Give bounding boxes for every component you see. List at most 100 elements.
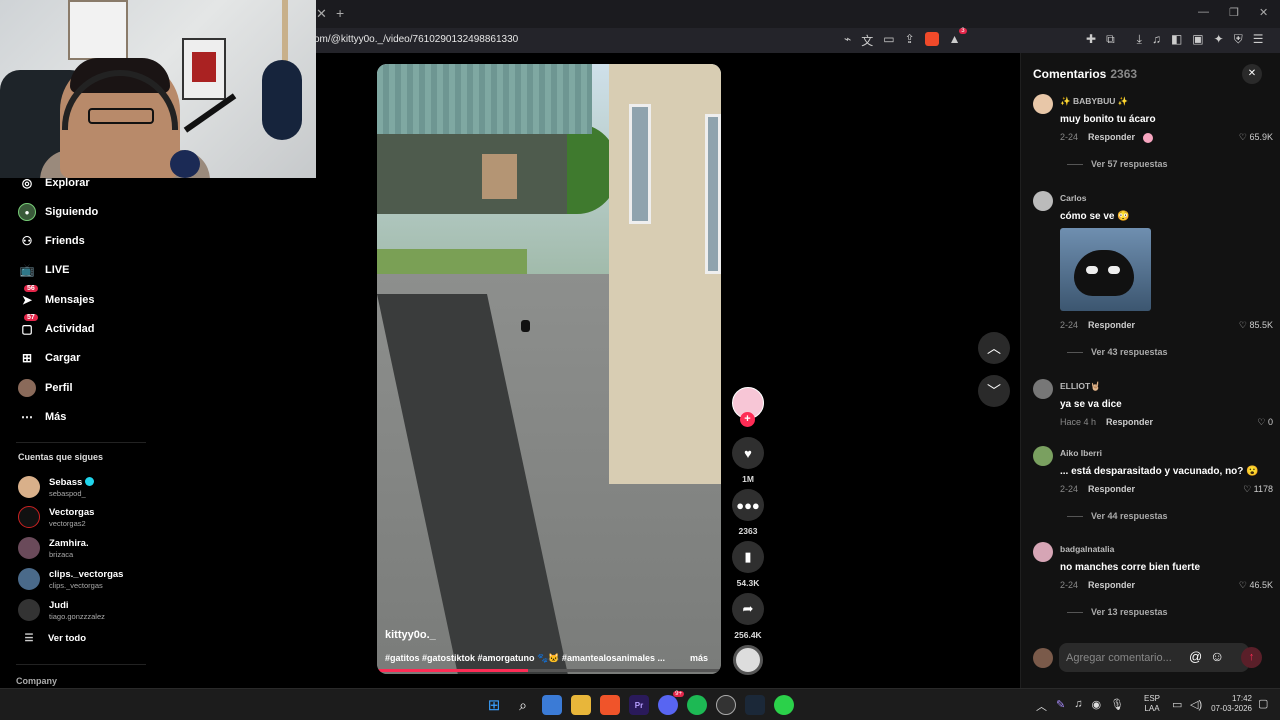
comment-sticker-image[interactable] xyxy=(1060,228,1151,311)
video-caption[interactable]: #gatitos #gatostiktok #amorgatuno 🐾🐱 #am… xyxy=(385,653,685,664)
avatar[interactable] xyxy=(1033,379,1053,399)
company-link[interactable]: Company xyxy=(16,676,57,686)
sidebar-item-friends[interactable]: ⚇ Friends xyxy=(18,230,85,252)
xbox-icon[interactable] xyxy=(774,695,794,715)
followed-account[interactable]: clips._vectorgas clips._vectorgas xyxy=(18,566,123,592)
share-icon[interactable]: ⇪ xyxy=(905,32,915,49)
send-comment-button[interactable]: ↑ xyxy=(1241,647,1262,668)
steam-tray-icon[interactable]: ◉ xyxy=(1091,698,1101,714)
discord-icon[interactable]: 9+ xyxy=(658,691,684,715)
reply-button[interactable]: Responder xyxy=(1088,320,1135,330)
followed-account[interactable]: Judi tiago.gonzzzalez xyxy=(18,597,105,623)
sidebar-item-explorar[interactable]: ◎ Explorar xyxy=(18,172,90,194)
next-video-button[interactable]: ﹀ xyxy=(978,375,1010,407)
language-indicator[interactable]: ESP LAA xyxy=(1144,694,1160,714)
media-icon[interactable]: ♫ xyxy=(1152,32,1161,47)
download-icon[interactable]: ⤓ xyxy=(1137,32,1142,47)
brave-browser-icon[interactable] xyxy=(600,695,620,715)
volume-icon[interactable]: ◁) xyxy=(1190,698,1202,711)
follow-button[interactable]: + xyxy=(740,412,755,427)
comment-user[interactable]: badgalnatalia xyxy=(1060,544,1114,554)
comment-like[interactable]: ♡ 65.9K xyxy=(1239,132,1273,143)
comment-like[interactable]: ♡ 0 xyxy=(1257,417,1273,428)
music-disc[interactable] xyxy=(733,645,763,675)
video-progress-bar[interactable] xyxy=(377,669,721,672)
followed-account[interactable]: Vectorgas vectorgas2 xyxy=(18,504,94,530)
microphone-icon[interactable]: 🎙 xyxy=(1110,698,1124,714)
emoji-icon[interactable]: ☺ xyxy=(1210,648,1224,664)
comment-like[interactable]: ♡ 1178 xyxy=(1243,484,1273,495)
cast-icon[interactable]: ▭ xyxy=(883,32,894,49)
followed-account[interactable]: Sebass sebaspod_ xyxy=(18,474,95,500)
wallet-icon[interactable]: ▣ xyxy=(1192,32,1203,47)
video-author[interactable]: kittyy0o._ xyxy=(385,629,436,641)
comment-button[interactable]: ●●● xyxy=(732,489,764,521)
headset-icon[interactable]: ♫ xyxy=(1074,698,1082,714)
avatar[interactable] xyxy=(1033,446,1053,466)
screenshot-icon[interactable]: ⧉ xyxy=(1106,32,1115,47)
avatar[interactable] xyxy=(1033,191,1053,211)
url-text[interactable]: om/@kittyy0o._/video/7610290132498861330 xyxy=(314,34,518,45)
translate-icon[interactable]: 文 xyxy=(861,32,873,49)
reply-button[interactable]: Responder xyxy=(1088,580,1135,590)
minimize-button[interactable]: — xyxy=(1198,6,1209,18)
avatar[interactable] xyxy=(1033,94,1053,114)
obs-icon[interactable] xyxy=(716,695,736,715)
maximize-button[interactable]: ❐ xyxy=(1229,6,1239,19)
sidebar-item-mensajes[interactable]: ➤ 56 Mensajes xyxy=(18,285,95,311)
sidebar-item-mas[interactable]: ⋯ Más xyxy=(18,406,66,428)
clock[interactable]: 17:42 07-03-2026 xyxy=(1208,694,1252,714)
previous-video-button[interactable]: ︿ xyxy=(978,332,1010,364)
mention-icon[interactable]: @ xyxy=(1189,649,1202,664)
rewards-icon[interactable]: ▲ 3 xyxy=(949,28,967,49)
tray-app-icon[interactable]: ✎ xyxy=(1056,698,1065,714)
reply-button[interactable]: Responder xyxy=(1088,484,1135,494)
comment-user[interactable]: Carlos xyxy=(1060,193,1086,203)
steam-icon[interactable] xyxy=(745,695,765,715)
network-icon[interactable]: ▭ xyxy=(1172,698,1182,711)
tray-chevron-icon[interactable]: ︿ xyxy=(1036,698,1047,714)
view-replies-button[interactable]: Ver 44 respuestas xyxy=(1067,511,1168,521)
sidebar-item-cargar[interactable]: ⊞ Cargar xyxy=(18,347,81,369)
avatar[interactable] xyxy=(1033,542,1053,562)
windows-start-icon[interactable]: ⊞ xyxy=(484,695,504,715)
comment-user[interactable]: Aiko Iberri xyxy=(1060,448,1102,458)
close-tab-icon[interactable]: ✕ xyxy=(316,6,327,22)
new-tab-button[interactable]: + xyxy=(336,5,344,21)
comment-like[interactable]: ♡ 46.5K xyxy=(1239,580,1273,591)
reader-icon[interactable]: ⌁ xyxy=(844,32,851,49)
notifications-icon[interactable]: ▢ xyxy=(1258,697,1268,710)
menu-icon[interactable]: ☰ xyxy=(1253,32,1264,47)
sidebar-item-live[interactable]: 📺 LIVE xyxy=(18,259,70,281)
save-button[interactable]: ▮ xyxy=(732,541,764,573)
see-all-link[interactable]: ☰ Ver todo xyxy=(18,633,87,644)
followed-account[interactable]: Zamhira. brizaca xyxy=(18,535,89,561)
caption-more-button[interactable]: más xyxy=(690,653,708,663)
leo-icon[interactable]: ✦ xyxy=(1214,32,1224,47)
close-window-button[interactable]: ✕ xyxy=(1259,6,1268,19)
close-comments-button[interactable]: ✕ xyxy=(1242,64,1262,84)
search-icon[interactable]: ⌕ xyxy=(513,695,533,715)
premiere-icon[interactable]: Pr xyxy=(629,695,649,715)
comment-user[interactable]: ✨ BABYBUU ✨ xyxy=(1060,96,1128,107)
reply-button[interactable]: Responder xyxy=(1088,132,1135,142)
photos-icon[interactable] xyxy=(542,695,562,715)
sidebar-toggle-icon[interactable]: ◧ xyxy=(1171,32,1182,47)
sidebar-item-perfil[interactable]: Perfil xyxy=(18,377,73,399)
share-button[interactable]: ➦ xyxy=(732,593,764,625)
sidebar-item-siguiendo[interactable]: ● Siguiendo xyxy=(18,201,98,223)
view-replies-button[interactable]: Ver 43 respuestas xyxy=(1067,347,1168,357)
reply-button[interactable]: Responder xyxy=(1106,417,1153,427)
extensions-icon[interactable]: ✚ xyxy=(1086,32,1096,47)
comment-like[interactable]: ♡ 85.5K xyxy=(1239,320,1273,331)
view-replies-button[interactable]: Ver 13 respuestas xyxy=(1067,607,1168,617)
brave-shields-icon[interactable] xyxy=(924,32,939,46)
view-replies-button[interactable]: Ver 57 respuestas xyxy=(1067,159,1168,169)
like-button[interactable]: ♥ xyxy=(732,437,764,469)
file-explorer-icon[interactable] xyxy=(571,695,591,715)
vpn-icon[interactable]: ⛨ xyxy=(1234,32,1243,47)
sidebar-item-actividad[interactable]: ▢ 57 Actividad xyxy=(18,314,95,340)
video-player[interactable]: kittyy0o._ #gatitos #gatostiktok #amorga… xyxy=(377,64,721,674)
comment-user[interactable]: ELLIOT🤘🏼 xyxy=(1060,381,1101,392)
spotify-icon[interactable] xyxy=(687,695,707,715)
